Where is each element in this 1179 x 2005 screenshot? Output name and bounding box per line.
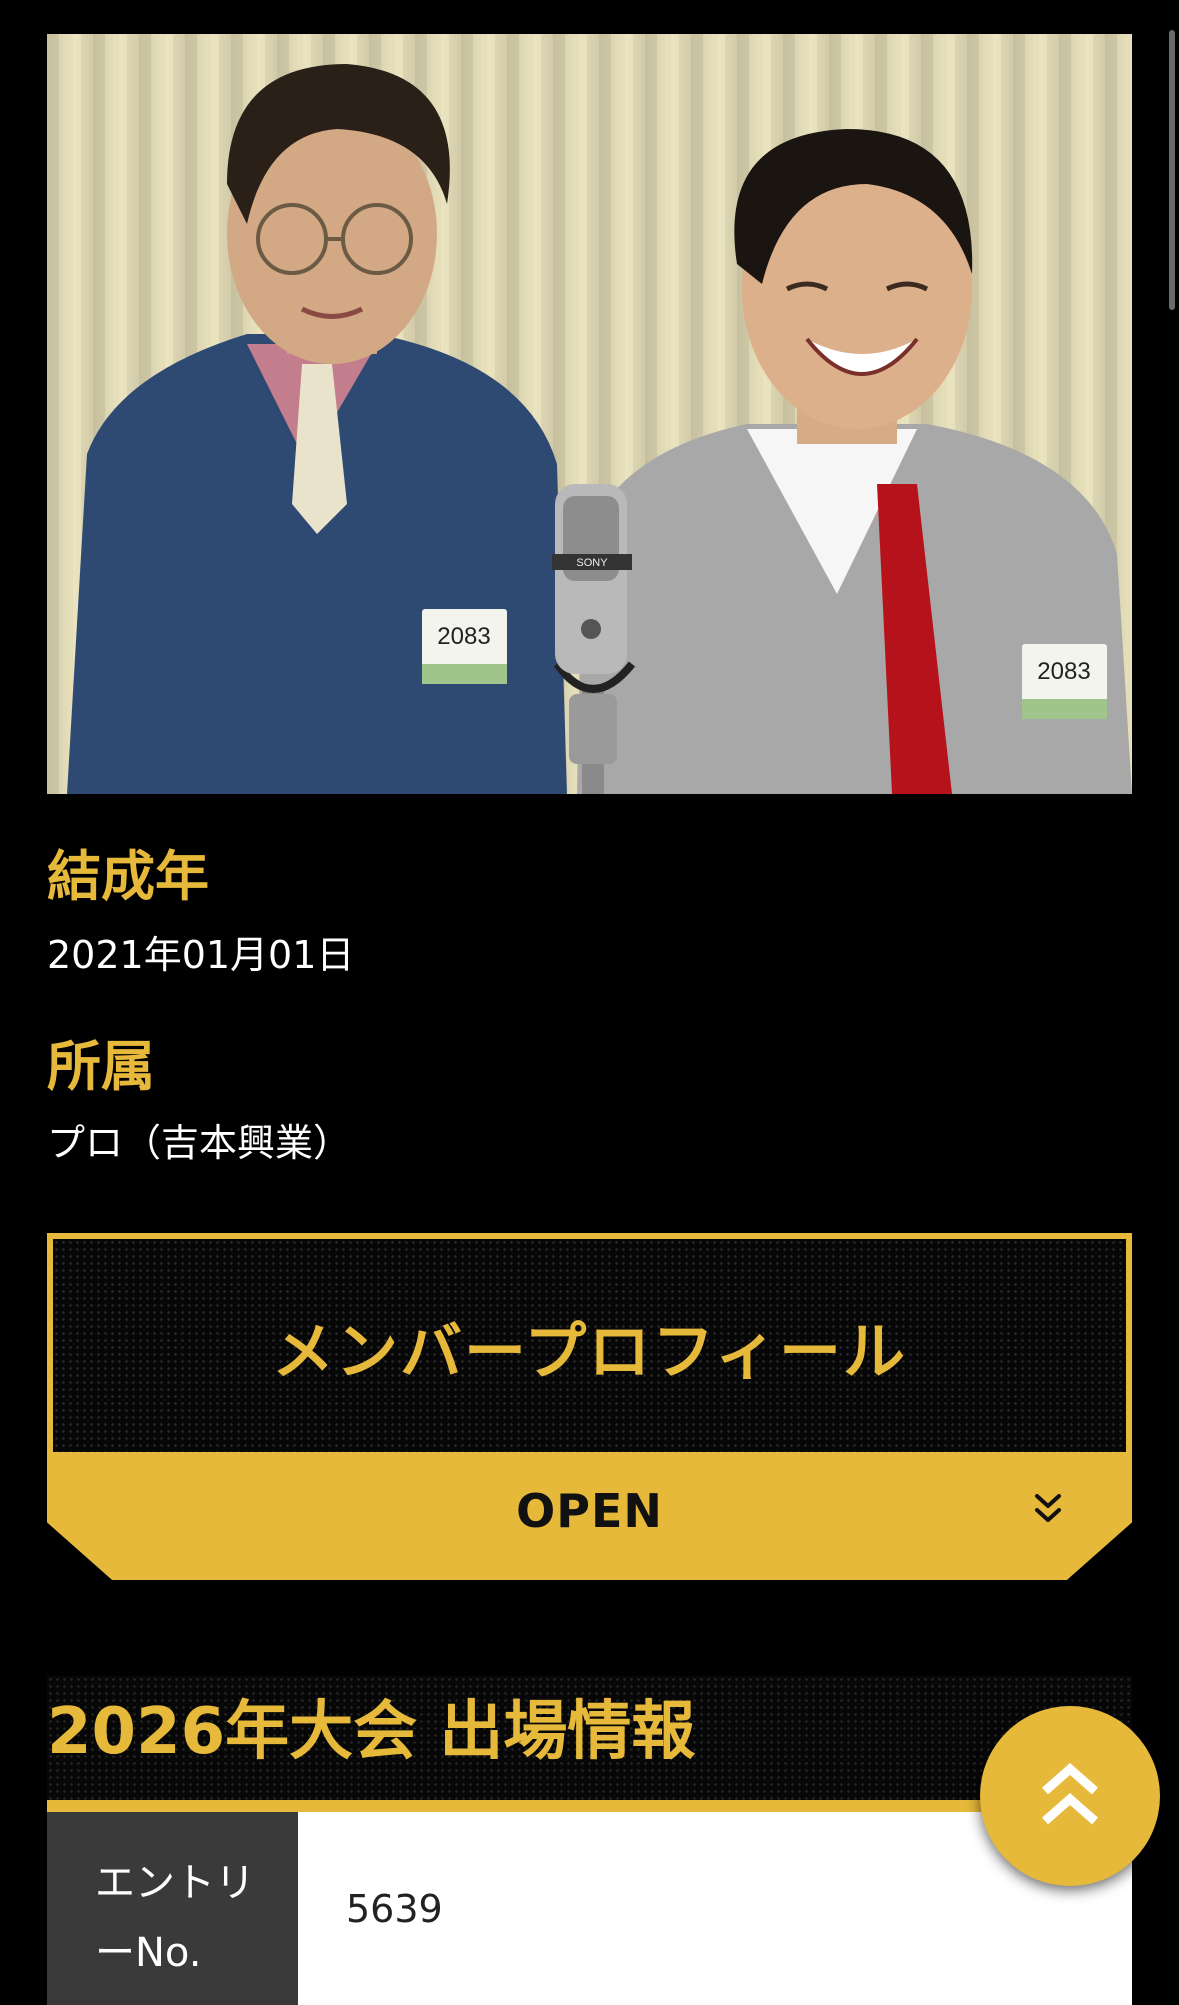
double-chevron-down-icon [1035,1494,1061,1522]
page: 2083 2083 SONY 結成年 2021年01月01日 所属 プロ（吉本興… [0,0,1179,2005]
formed-label: 結成年 [47,845,209,908]
entry-section-title: 2026年大会 出場情報 [47,1695,696,1769]
entry-section-header: 2026年大会 出場情報 [47,1676,1132,1800]
group-photo: 2083 2083 SONY [47,34,1132,794]
entry-badge-right: 2083 [1037,658,1090,685]
member-profile-toggle[interactable]: メンバープロフィール OPEN [47,1233,1132,1580]
entry-badge-left: 2083 [437,623,490,650]
entry-no-label: エントリ ーNo. [47,1812,298,2005]
open-button-label: OPEN [516,1484,663,1538]
open-button[interactable]: OPEN [47,1452,1132,1580]
agency-label: 所属 [47,1035,155,1098]
entry-no-label-line1: エントリ [95,1860,255,1906]
table-row: エントリ ーNo. 5639 [47,1812,1132,2005]
formed-value: 2021年01月01日 [47,933,355,977]
entry-section-divider [47,1800,1132,1812]
member-profile-header: メンバープロフィール [47,1233,1132,1452]
mic-brand: SONY [576,557,608,569]
member-profile-title: メンバープロフィール [271,1314,908,1388]
back-to-top-button[interactable] [980,1706,1160,1886]
entry-no-value-text: 5639 [346,1886,443,1931]
agency-value: プロ（吉本興業） [47,1121,352,1165]
scrollbar[interactable] [1169,30,1175,310]
double-chevron-up-icon [1042,1763,1098,1825]
entry-no-label-line2: ーNo. [95,1930,202,1976]
